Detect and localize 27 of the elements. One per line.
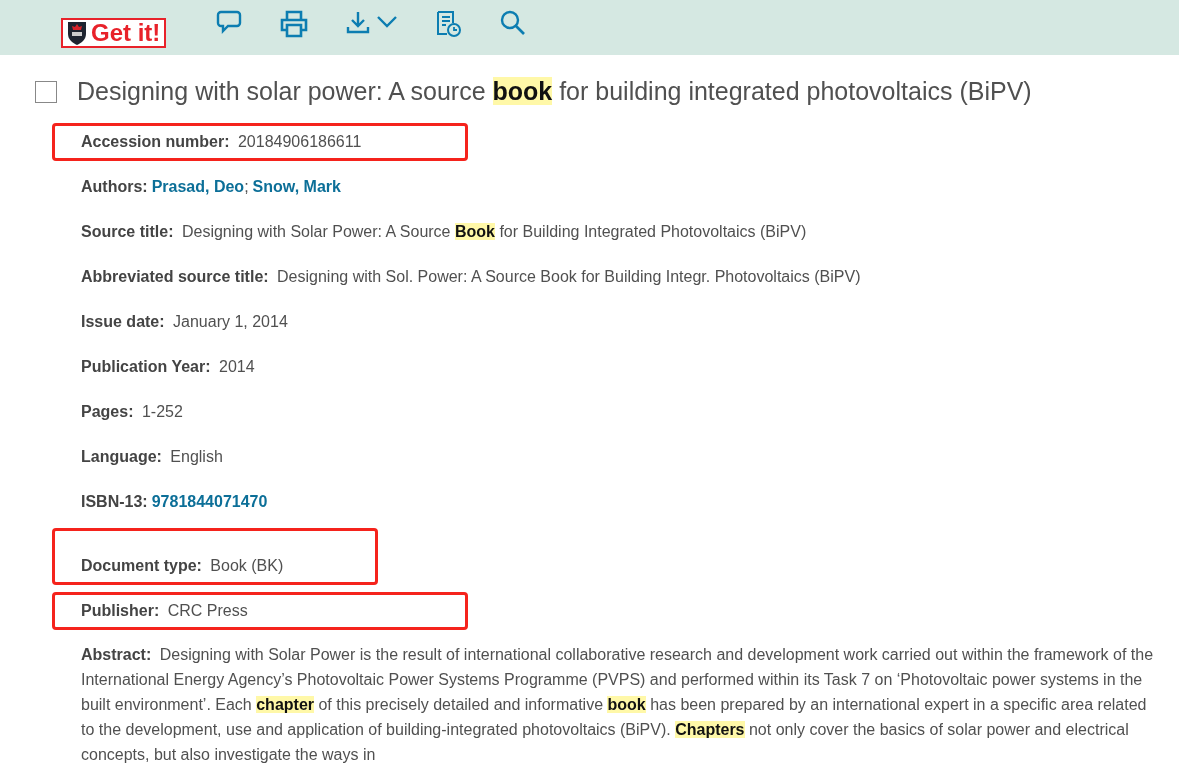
isbn-link[interactable]: 9781844071470 [151,493,268,510]
field-label: ISBN-13: [81,493,148,510]
field-text: Publication Year: 2014 [81,357,256,377]
field-text: Issue date: January 1, 2014 [81,312,289,332]
author-link[interactable]: Snow, Mark [252,178,341,195]
print-icon[interactable] [279,10,310,38]
field-text: Abbreviated source title: Designing with Sol. Power: A Source Book for Building Integr. Photovoltaics (BiPV) [81,267,862,287]
checkbox[interactable] [35,80,57,103]
field-text: Document type: Book (BK) [81,556,285,576]
search-icon[interactable] [500,10,527,36]
field-text: Pages: 1-252 [81,402,184,422]
download-button[interactable] [346,10,399,34]
author-link[interactable]: Prasad, Deo [151,178,245,195]
record-title[interactable]: Designing with solar power: A source book for building integrated photovoltaics (BiPV) [77,77,1032,106]
field-label: Authors: [81,178,148,195]
shield-icon [67,20,87,46]
document-clock-icon[interactable] [435,10,464,38]
field-text: Publisher: CRC Press [81,601,249,621]
comment-icon[interactable] [216,10,243,34]
download-icon [346,10,371,34]
chevron-down-icon [376,15,399,29]
separator-text: ; [244,178,249,195]
get-it-button[interactable]: Get it! [61,18,167,48]
field-text: Accession number: 20184906186611 [81,132,363,152]
field-text: Abstract: Designing with Solar Power is the result of international collaborative research and development work carried out within the framework of the International Energy Agency’s Photovoltaic Power Systems Programme (PVPS) and performed within its Task 7 on ‘Photovoltaic power systems in the built environment’. Each chapter of this precisely detailed and informative book has been prepared by an international expert in a specific area related to the development, use and application of building-integrated photovoltaics (BiPV). Chapters not only cover the basics of solar power and electrical concepts, but also investigate the ways in [81,645,1155,764]
field-text: Source title: Designing with Solar Power: A Source Book for Building Integrated Photovoltaics (BiPV) [81,222,808,242]
field-text: Language: English [81,447,224,467]
